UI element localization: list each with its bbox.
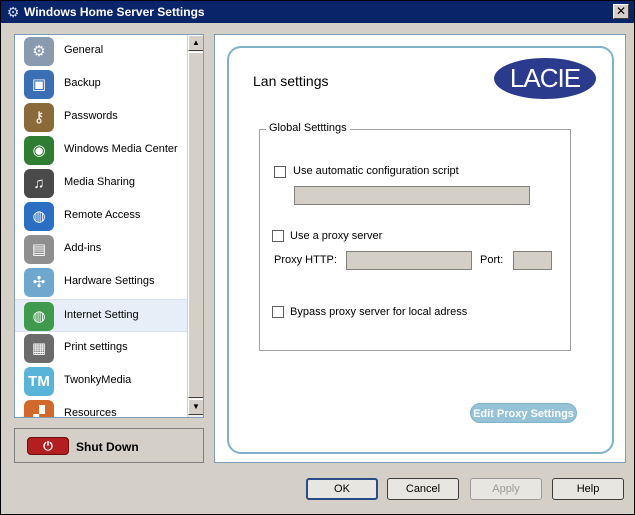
resources-icon: ▞ [24, 400, 54, 417]
sidebar-item-hardware-settings[interactable]: ✣ Hardware Settings [15, 266, 187, 299]
sidebar-item-label: Print settings [64, 341, 128, 353]
content-pane: Lan settings LACIE Global Setttings Use … [214, 34, 626, 463]
sidebar-item-print-settings[interactable]: ▦ Print settings [15, 332, 187, 365]
cancel-button[interactable]: Cancel [387, 478, 459, 500]
passwords-icon: ⚷ [24, 103, 54, 132]
add-ins-icon: ▤ [24, 235, 54, 264]
sidebar-item-windows-media-center[interactable]: ◉ Windows Media Center [15, 134, 187, 167]
lan-settings-panel: Lan settings LACIE Global Setttings Use … [227, 46, 614, 454]
settings-gear-icon: ⚙ [6, 4, 20, 20]
auto-config-checkbox[interactable] [274, 166, 286, 178]
settings-window: ⚙ Windows Home Server Settings ✕ ⚙ Genera… [0, 0, 635, 515]
apply-button[interactable]: Apply [470, 478, 542, 500]
bypass-proxy-checkbox[interactable] [272, 306, 284, 318]
globe-icon: ◍ [24, 202, 54, 231]
nav-scrollbar[interactable]: ▲ ▼ [187, 35, 203, 417]
auto-config-label: Use automatic configuration script [293, 165, 459, 177]
page-title: Lan settings [253, 73, 329, 89]
media-center-icon: ◉ [24, 136, 54, 165]
sidebar-item-label: Passwords [64, 110, 118, 122]
sidebar-item-label: Resources [64, 407, 117, 418]
scroll-up-button[interactable]: ▲ [188, 35, 203, 51]
sidebar-item-label: Windows Media Center [64, 143, 178, 155]
port-field[interactable] [513, 251, 552, 270]
shut-down-label: Shut Down [76, 440, 139, 454]
port-label: Port: [480, 254, 504, 266]
printer-icon: ▦ [24, 334, 54, 363]
sidebar-item-internet-setting[interactable]: ◍ Internet Setting [15, 299, 187, 332]
sidebar-item-label: TwonkyMedia [64, 374, 132, 386]
sidebar-item-label: Add-ins [64, 242, 102, 254]
fan-icon: ✣ [24, 268, 54, 297]
use-proxy-checkbox[interactable] [272, 230, 284, 242]
sidebar-item-remote-access[interactable]: ◍ Remote Access [15, 200, 187, 233]
sidebar-item-media-sharing[interactable]: ♫ Media Sharing [15, 167, 187, 200]
sidebar-item-backup[interactable]: ▣ Backup [15, 68, 187, 101]
shut-down-button[interactable]: ⏻ Shut Down [14, 428, 204, 463]
twonky-icon: TM [24, 367, 54, 396]
bypass-proxy-label: Bypass proxy server for local adress [290, 306, 468, 318]
global-settings-group: Global Setttings Use automatic configura… [259, 122, 571, 351]
help-button[interactable]: Help [552, 478, 624, 500]
gear-icon: ⚙ [24, 37, 54, 66]
proxy-http-field[interactable] [346, 251, 472, 270]
auto-config-script-field[interactable] [294, 186, 530, 205]
sidebar-item-resources[interactable]: ▞ Resources [15, 398, 187, 418]
proxy-http-label: Proxy HTTP: [274, 254, 337, 266]
title-bar: ⚙ Windows Home Server Settings ✕ [1, 1, 634, 23]
close-button[interactable]: ✕ [613, 4, 629, 19]
sidebar-item-twonkymedia[interactable]: TM TwonkyMedia [15, 365, 187, 398]
edit-proxy-settings-button[interactable]: Edit Proxy Settings [470, 403, 577, 423]
sidebar-item-label: General [64, 44, 104, 56]
sidebar-item-add-ins[interactable]: ▤ Add-ins [15, 233, 187, 266]
window-title: Windows Home Server Settings [24, 5, 205, 19]
sidebar-item-label: Backup [64, 77, 101, 89]
power-icon: ⏻ [27, 437, 69, 455]
sidebar-item-general[interactable]: ⚙ General [15, 35, 187, 68]
lacie-logo: LACIE [494, 58, 596, 99]
group-title: Global Setttings [266, 122, 350, 134]
sidebar-item-passwords[interactable]: ⚷ Passwords [15, 101, 187, 134]
sidebar-item-label: Hardware Settings [64, 275, 155, 287]
ok-button[interactable]: OK [306, 478, 378, 500]
media-sharing-icon: ♫ [24, 169, 54, 198]
settings-nav-list: ⚙ General ▣ Backup ⚷ Passwords ◉ Windows Media … [14, 34, 204, 418]
use-proxy-label: Use a proxy server [290, 230, 383, 242]
scroll-thumb[interactable] [188, 52, 203, 398]
sidebar-item-label: Internet Setting [64, 309, 139, 321]
sidebar-item-label: Remote Access [64, 209, 141, 221]
scroll-down-button[interactable]: ▼ [188, 399, 203, 415]
backup-icon: ▣ [24, 70, 54, 99]
internet-icon: ◍ [24, 302, 54, 331]
sidebar-item-label: Media Sharing [64, 176, 135, 188]
